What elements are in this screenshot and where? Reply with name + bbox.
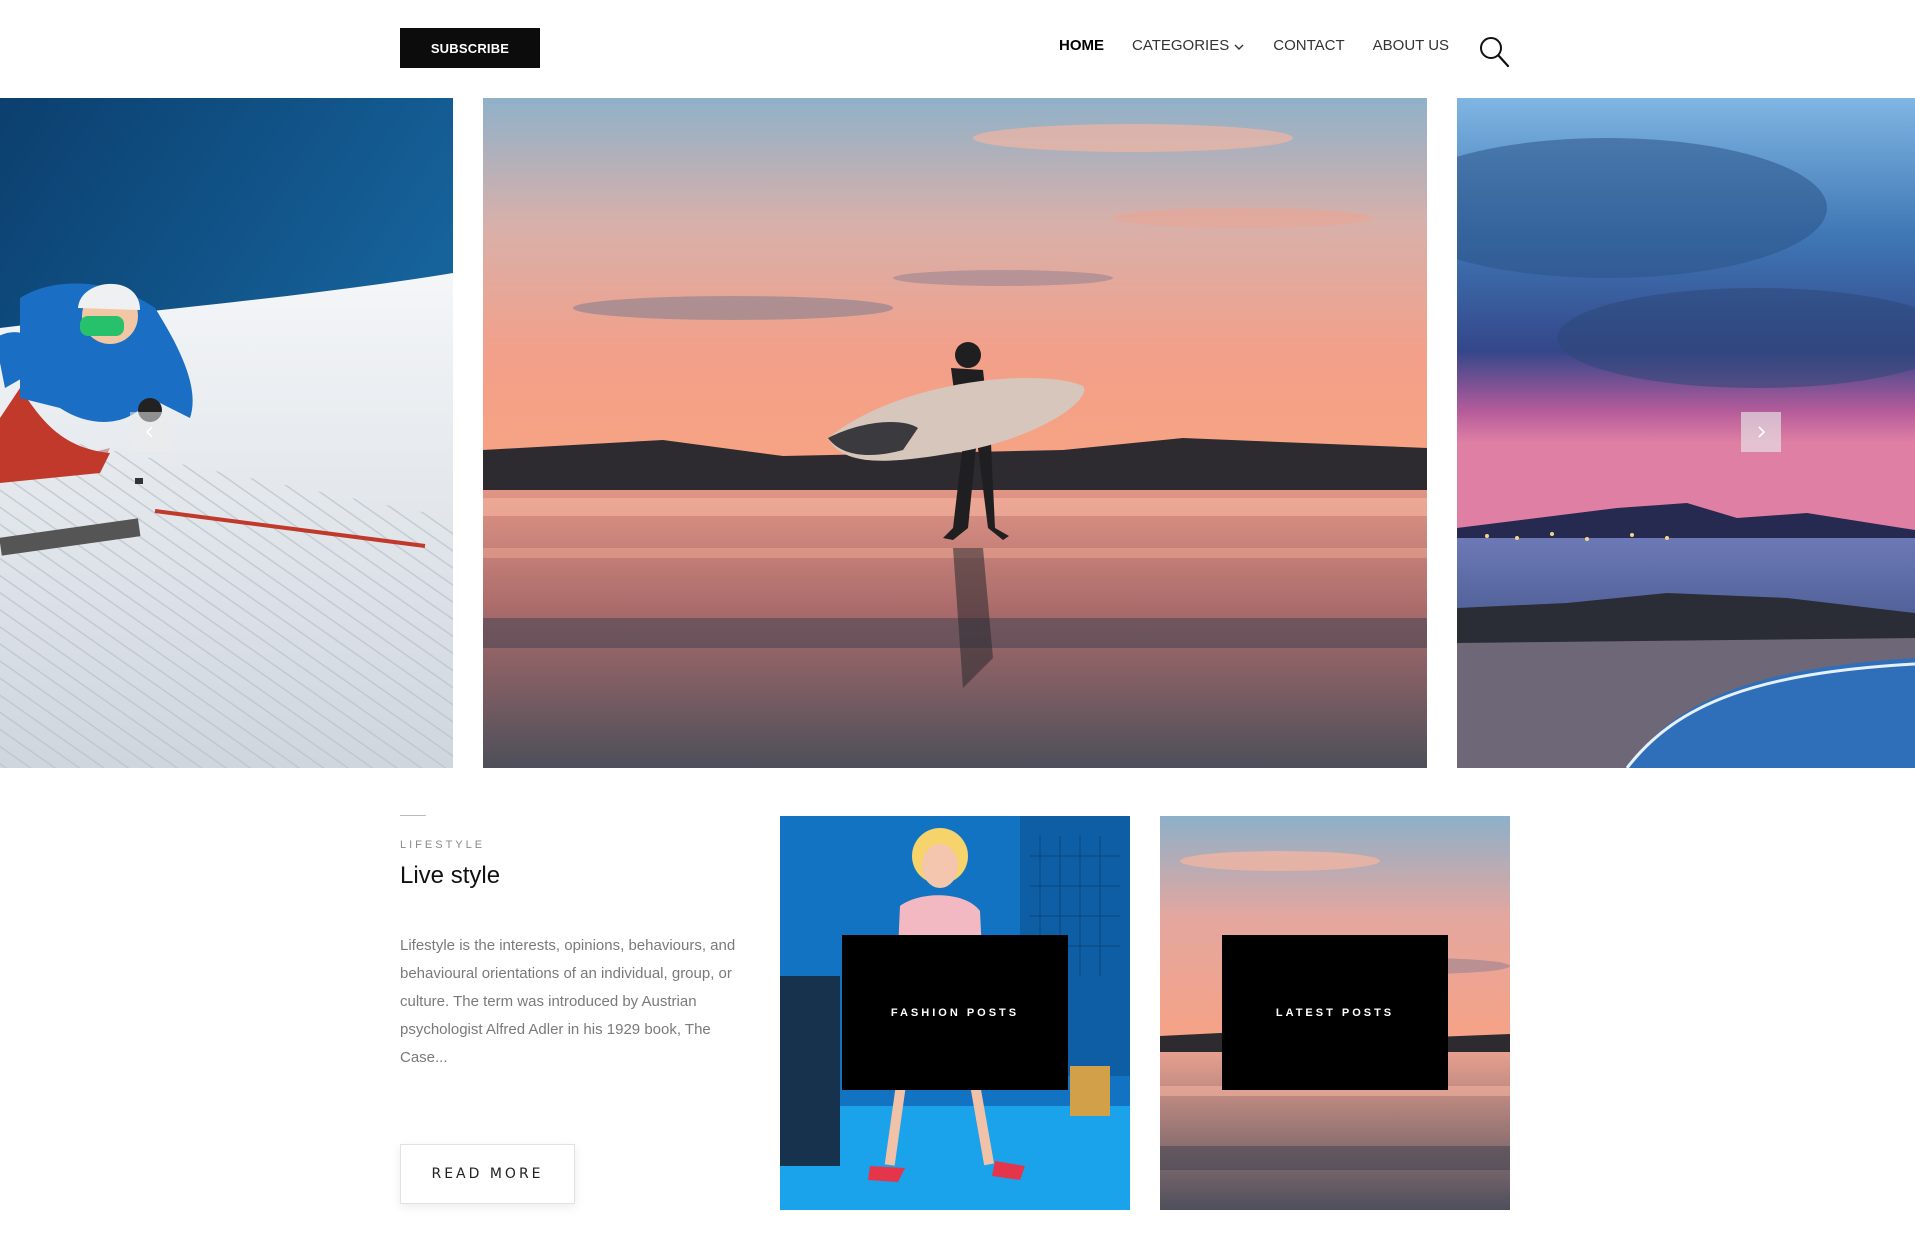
slide-coast-image[interactable] xyxy=(1457,98,1915,768)
search-icon xyxy=(1480,37,1510,68)
post-excerpt: Lifestyle is the interests, opinions, be… xyxy=(400,937,736,1066)
chevron-right-icon xyxy=(1758,426,1766,438)
nav-home[interactable]: HOME xyxy=(1059,37,1104,54)
nav-about-us[interactable]: ABOUT US xyxy=(1373,37,1449,54)
post-category: LIFESTYLE xyxy=(400,839,486,851)
subscribe-button[interactable]: SUBSCRIBE xyxy=(400,28,540,68)
slider-next-button[interactable] xyxy=(1741,412,1781,452)
slide-surfer-image[interactable] xyxy=(483,98,1427,768)
nav-categories-label: CATEGORIES xyxy=(1132,37,1230,54)
nav-contact[interactable]: CONTACT xyxy=(1273,37,1344,54)
section-divider xyxy=(400,815,426,816)
slide-skier-image[interactable] xyxy=(0,98,453,768)
chevron-left-icon xyxy=(145,426,153,438)
latest-posts-label: LATEST POSTS xyxy=(1222,935,1448,1090)
post-title[interactable]: Live style xyxy=(400,862,500,890)
fashion-posts-label: FASHION POSTS xyxy=(842,935,1068,1090)
latest-posts-card[interactable]: LATEST POSTS xyxy=(1160,816,1510,1210)
read-more-button[interactable]: READ MORE xyxy=(400,1144,575,1204)
search-button[interactable] xyxy=(1478,35,1510,69)
fashion-posts-card[interactable]: FASHION POSTS xyxy=(780,816,1130,1210)
hero-slider xyxy=(0,98,1915,768)
slider-prev-button[interactable] xyxy=(130,412,170,452)
chevron-down-icon xyxy=(1234,44,1244,50)
nav-categories[interactable]: CATEGORIES xyxy=(1132,37,1245,54)
main-nav: HOME CATEGORIES CONTACT ABOUT US xyxy=(1059,37,1477,54)
